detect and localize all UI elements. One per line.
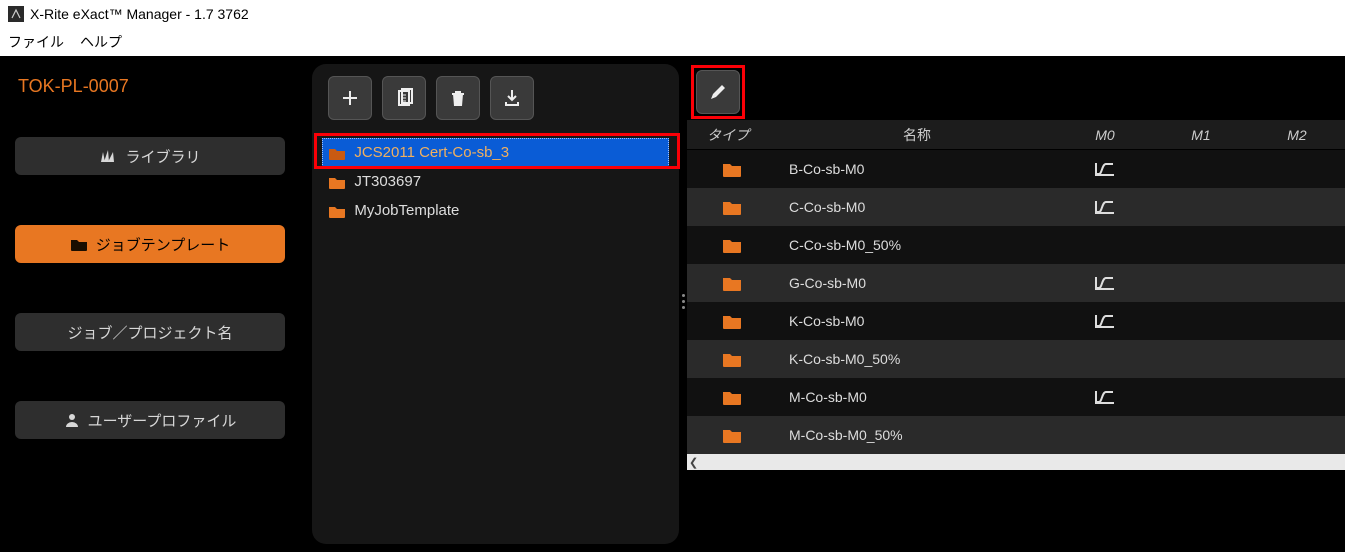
curve-icon	[1094, 161, 1116, 177]
row-m0	[1057, 161, 1153, 177]
col-m2[interactable]: M2	[1249, 127, 1345, 143]
curve-icon	[1094, 389, 1116, 405]
import-button[interactable]	[490, 76, 534, 120]
curve-icon	[1094, 313, 1116, 329]
horizontal-scrollbar[interactable]: ❮	[687, 454, 1345, 470]
folder-icon	[328, 175, 346, 189]
folder-icon	[328, 146, 346, 160]
folder-icon	[722, 275, 742, 291]
duplicate-button[interactable]	[382, 76, 426, 120]
window-titlebar: X-Rite eXact™ Manager - 1.7 3762	[0, 0, 1345, 28]
delete-button[interactable]	[436, 76, 480, 120]
pencil-icon	[708, 82, 728, 102]
template-list-panel: JCS2011 Cert-Co-sb_3 JT303697 MyJobTempl…	[312, 64, 679, 544]
curve-icon	[1094, 275, 1116, 291]
sidebar-job-template-label: ジョブテンプレート	[96, 234, 231, 255]
items-table: タイプ 名称 M0 M1 M2 B-Co-sb-M0 C-Co-sb-M0 C-Co…	[687, 120, 1345, 544]
sidebar-library-button[interactable]: ライブラリ	[15, 137, 285, 175]
template-toolbar	[328, 76, 669, 120]
row-type-icon	[687, 313, 777, 329]
sidebar-job-project-button[interactable]: ジョブ／プロジェクト名	[15, 313, 285, 351]
scroll-left-icon: ❮	[689, 456, 698, 469]
table-row[interactable]: B-Co-sb-M0	[687, 150, 1345, 188]
table-row[interactable]: C-Co-sb-M0	[687, 188, 1345, 226]
table-row[interactable]: G-Co-sb-M0	[687, 264, 1345, 302]
folder-row[interactable]: JCS2011 Cert-Co-sb_3	[322, 138, 669, 167]
detail-panel: タイプ 名称 M0 M1 M2 B-Co-sb-M0 C-Co-sb-M0 C-Co…	[687, 64, 1345, 544]
add-button[interactable]	[328, 76, 372, 120]
plus-icon	[340, 88, 360, 108]
row-type-icon	[687, 237, 777, 253]
table-row[interactable]: M-Co-sb-M0_50%	[687, 416, 1345, 454]
row-name: M-Co-sb-M0	[777, 389, 1057, 405]
folder-icon	[722, 237, 742, 253]
folder-icon	[722, 389, 742, 405]
row-type-icon	[687, 351, 777, 367]
sidebar: TOK-PL-0007 ライブラリ ジョブテンプレート ジョブ／プロジェクト名 …	[0, 56, 312, 552]
app-logo-icon	[8, 6, 24, 22]
table-row[interactable]: K-Co-sb-M0_50%	[687, 340, 1345, 378]
menubar: ファイル ヘルプ	[0, 28, 1345, 56]
sidebar-job-project-label: ジョブ／プロジェクト名	[67, 322, 232, 343]
col-type[interactable]: タイプ	[687, 125, 777, 145]
highlight-annotation	[691, 65, 745, 119]
folder-row[interactable]: MyJobTemplate	[322, 196, 669, 225]
fan-icon	[99, 148, 117, 164]
table-row[interactable]: M-Co-sb-M0	[687, 378, 1345, 416]
folder-icon	[70, 237, 88, 251]
row-type-icon	[687, 161, 777, 177]
row-type-icon	[687, 275, 777, 291]
folder-icon	[722, 199, 742, 215]
row-name: G-Co-sb-M0	[777, 275, 1057, 291]
sidebar-user-profile-label: ユーザープロファイル	[88, 410, 237, 431]
row-type-icon	[687, 427, 777, 443]
table-header: タイプ 名称 M0 M1 M2	[687, 120, 1345, 150]
row-type-icon	[687, 389, 777, 405]
trash-icon	[448, 88, 468, 108]
app-body: TOK-PL-0007 ライブラリ ジョブテンプレート ジョブ／プロジェクト名 …	[0, 56, 1345, 552]
row-name: B-Co-sb-M0	[777, 161, 1057, 177]
row-m0	[1057, 389, 1153, 405]
table-body: B-Co-sb-M0 C-Co-sb-M0 C-Co-sb-M0_50% G-Co-s…	[687, 150, 1345, 454]
row-type-icon	[687, 199, 777, 215]
row-m0	[1057, 313, 1153, 329]
download-icon	[502, 88, 522, 108]
folder-row[interactable]: JT303697	[322, 167, 669, 196]
row-name: K-Co-sb-M0_50%	[777, 351, 1057, 367]
sidebar-library-label: ライブラリ	[125, 146, 200, 167]
sidebar-user-profile-button[interactable]: ユーザープロファイル	[15, 401, 285, 439]
col-m0[interactable]: M0	[1057, 127, 1153, 143]
row-m0	[1057, 275, 1153, 291]
col-name[interactable]: 名称	[777, 125, 1057, 145]
folder-icon	[722, 161, 742, 177]
panel-drag-handle[interactable]	[682, 294, 685, 309]
folder-icon	[722, 313, 742, 329]
table-row[interactable]: C-Co-sb-M0_50%	[687, 226, 1345, 264]
menu-help[interactable]: ヘルプ	[80, 32, 122, 52]
row-name: C-Co-sb-M0	[777, 199, 1057, 215]
sidebar-job-template-button[interactable]: ジョブテンプレート	[15, 225, 285, 263]
device-id-label: TOK-PL-0007	[18, 76, 292, 97]
template-folder-list: JCS2011 Cert-Co-sb_3 JT303697 MyJobTempl…	[322, 138, 669, 225]
window-title: X-Rite eXact™ Manager - 1.7 3762	[30, 6, 249, 22]
folder-name: JT303697	[354, 173, 421, 190]
curve-icon	[1094, 199, 1116, 215]
col-m1[interactable]: M1	[1153, 127, 1249, 143]
folder-name: JCS2011 Cert-Co-sb_3	[354, 144, 509, 161]
menu-file[interactable]: ファイル	[8, 32, 64, 52]
folder-icon	[722, 351, 742, 367]
table-row[interactable]: K-Co-sb-M0	[687, 302, 1345, 340]
duplicate-icon	[394, 88, 414, 108]
row-m0	[1057, 199, 1153, 215]
row-name: K-Co-sb-M0	[777, 313, 1057, 329]
folder-icon	[328, 204, 346, 218]
detail-toolbar	[687, 64, 1345, 120]
edit-button[interactable]	[696, 70, 740, 114]
folder-icon	[722, 427, 742, 443]
row-name: C-Co-sb-M0_50%	[777, 237, 1057, 253]
folder-name: MyJobTemplate	[354, 202, 459, 219]
row-name: M-Co-sb-M0_50%	[777, 427, 1057, 443]
user-icon	[64, 412, 80, 428]
